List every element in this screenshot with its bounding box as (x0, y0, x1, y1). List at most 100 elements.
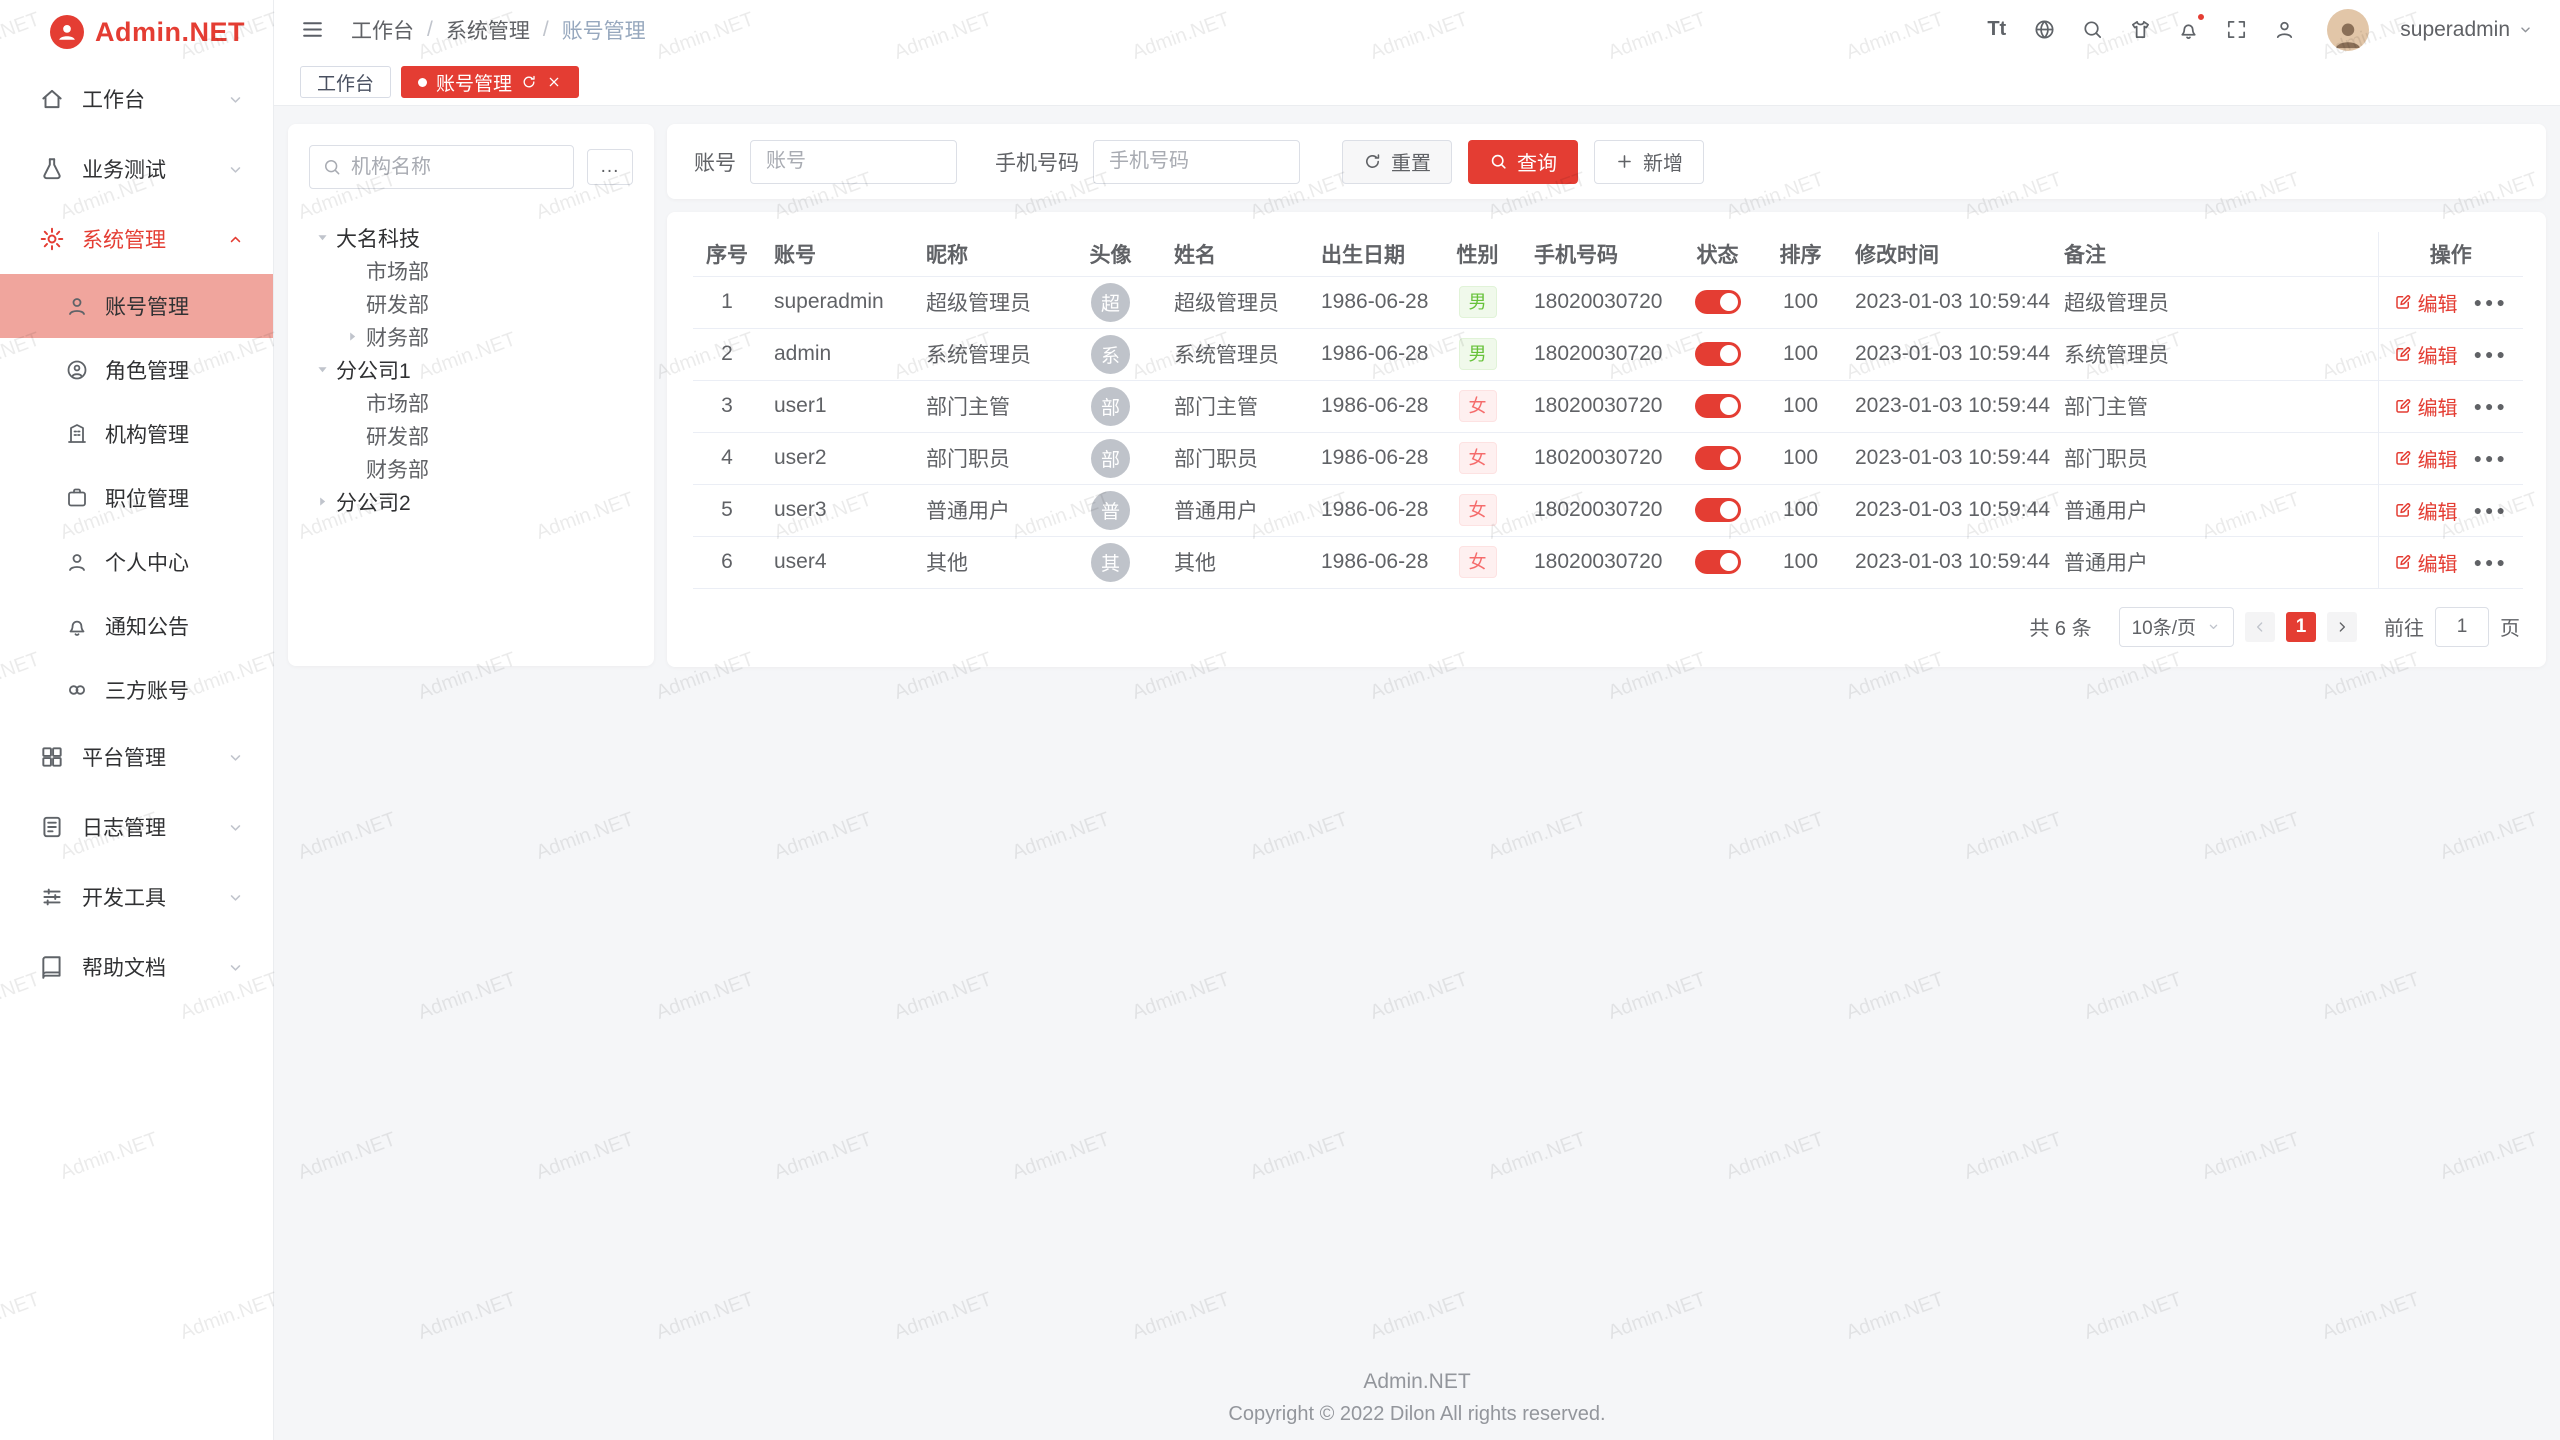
phone-input[interactable] (1093, 140, 1300, 184)
table-row: 5user3普通用户普普通用户1986-06-28女18020030720100… (693, 484, 2523, 536)
sidebar-item-thirdparty-account[interactable]: 三方账号 (0, 658, 273, 722)
tab-workbench[interactable]: 工作台 (300, 66, 391, 98)
org-more-button[interactable]: ... (587, 149, 633, 185)
breadcrumb-item-1[interactable]: 系统管理 (446, 15, 530, 45)
tree-node[interactable]: 市场部 (309, 386, 633, 419)
avatar: 其 (1091, 543, 1130, 582)
goto-label: 前往 (2384, 612, 2424, 641)
tree-node[interactable]: 财务部 (309, 320, 633, 353)
user-menu[interactable]: superadmin (2400, 18, 2534, 42)
tree-node-label: 研发部 (366, 421, 429, 451)
row-more-button[interactable]: ●●● (2474, 398, 2508, 414)
search-button[interactable]: 查询 (1468, 140, 1578, 184)
sidebar-menu: 工作台业务测试系统管理账号管理角色管理机构管理职位管理个人中心通知公告三方账号平… (0, 64, 273, 1002)
column-header: 修改时间 (1842, 232, 2051, 276)
status-toggle[interactable] (1695, 446, 1741, 470)
cell-name: 系统管理员 (1161, 328, 1308, 380)
fullscreen-icon[interactable] (2223, 16, 2250, 43)
sidebar-item-label: 系统管理 (82, 224, 166, 254)
tree-expand-icon[interactable] (309, 230, 336, 245)
profile-icon[interactable] (2271, 16, 2298, 43)
tab-refresh-icon[interactable] (521, 74, 537, 90)
tree-node[interactable]: 研发部 (309, 287, 633, 320)
column-header: 状态 (1676, 232, 1759, 276)
user-avatar[interactable] (2327, 9, 2369, 51)
breadcrumb-item-0[interactable]: 工作台 (351, 15, 414, 45)
tools-icon (39, 884, 65, 910)
sidebar: Admin.NET 工作台业务测试系统管理账号管理角色管理机构管理职位管理个人中… (0, 0, 274, 1440)
sidebar-item-label: 工作台 (82, 84, 145, 114)
cell-nickname: 超级管理员 (913, 276, 1060, 328)
theme-icon[interactable] (2127, 16, 2154, 43)
tab-label: 工作台 (317, 69, 374, 96)
row-more-button[interactable]: ●●● (2474, 554, 2508, 570)
menu-collapse-icon[interactable] (300, 17, 325, 42)
add-button[interactable]: 新增 (1594, 140, 1704, 184)
sidebar-item-log-management[interactable]: 日志管理 (0, 792, 273, 862)
tab-account-management[interactable]: 账号管理 (401, 66, 579, 98)
status-toggle[interactable] (1695, 394, 1741, 418)
tree-node[interactable]: 分公司1 (309, 353, 633, 386)
status-toggle[interactable] (1695, 498, 1741, 522)
sidebar-item-account-management[interactable]: 账号管理 (0, 274, 273, 338)
tree-node[interactable]: 分公司2 (309, 485, 633, 518)
edit-button[interactable]: 编辑 (2394, 288, 2458, 317)
edit-button[interactable]: 编辑 (2394, 548, 2458, 577)
column-header: 出生日期 (1308, 232, 1434, 276)
search-icon[interactable] (2079, 16, 2106, 43)
tree-node[interactable]: 财务部 (309, 452, 633, 485)
column-header: 操作 (2378, 232, 2523, 276)
goto-page-input[interactable] (2435, 607, 2489, 647)
sidebar-item-workbench[interactable]: 工作台 (0, 64, 273, 134)
font-size-icon[interactable]: Tt (1983, 16, 2010, 43)
edit-button[interactable]: 编辑 (2394, 392, 2458, 421)
next-page-button[interactable] (2327, 612, 2357, 642)
prev-page-button[interactable] (2245, 612, 2275, 642)
row-more-button[interactable]: ●●● (2474, 346, 2508, 362)
status-toggle[interactable] (1695, 342, 1741, 366)
page-size-select[interactable]: 10条/页 (2119, 607, 2234, 647)
tree-expand-icon[interactable] (309, 494, 336, 509)
footer: Admin.NET Copyright © 2022 Dilon All rig… (274, 1370, 2560, 1426)
sidebar-item-help-docs[interactable]: 帮助文档 (0, 932, 273, 1002)
chevron-down-icon (226, 818, 245, 837)
tree-node[interactable]: 研发部 (309, 419, 633, 452)
search-label: 查询 (1517, 147, 1557, 176)
sidebar-item-org-management[interactable]: 机构管理 (0, 402, 273, 466)
org-search-input[interactable] (351, 156, 561, 179)
logo: Admin.NET (0, 0, 273, 64)
sidebar-item-platform-management[interactable]: 平台管理 (0, 722, 273, 792)
column-header: 手机号码 (1521, 232, 1676, 276)
sidebar-item-position-management[interactable]: 职位管理 (0, 466, 273, 530)
cell-account: user4 (761, 536, 913, 588)
page-content: ... 大名科技市场部研发部财务部分公司1市场部研发部财务部分公司2 账号 手机… (274, 106, 2560, 1440)
tree-node[interactable]: 市场部 (309, 254, 633, 287)
tree-expand-icon[interactable] (309, 362, 336, 377)
edit-button[interactable]: 编辑 (2394, 444, 2458, 473)
sidebar-item-business-test[interactable]: 业务测试 (0, 134, 273, 204)
breadcrumb: 工作台/系统管理/账号管理 (351, 15, 646, 45)
status-toggle[interactable] (1695, 290, 1741, 314)
language-icon[interactable] (2031, 16, 2058, 43)
sidebar-item-notice-announcement[interactable]: 通知公告 (0, 594, 273, 658)
org-tree-panel: ... 大名科技市场部研发部财务部分公司1市场部研发部财务部分公司2 (288, 124, 654, 666)
org-icon (65, 422, 89, 446)
reset-button[interactable]: 重置 (1342, 140, 1452, 184)
row-more-button[interactable]: ●●● (2474, 450, 2508, 466)
sidebar-item-dev-tools[interactable]: 开发工具 (0, 862, 273, 932)
edit-button[interactable]: 编辑 (2394, 496, 2458, 525)
sidebar-item-role-management[interactable]: 角色管理 (0, 338, 273, 402)
edit-button[interactable]: 编辑 (2394, 340, 2458, 369)
tree-node[interactable]: 大名科技 (309, 221, 633, 254)
page-number-button[interactable]: 1 (2286, 612, 2316, 642)
sidebar-item-personal-center[interactable]: 个人中心 (0, 530, 273, 594)
tree-expand-icon[interactable] (339, 329, 366, 344)
row-more-button[interactable]: ●●● (2474, 294, 2508, 310)
status-toggle[interactable] (1695, 550, 1741, 574)
account-input[interactable] (750, 140, 957, 184)
row-more-button[interactable]: ●●● (2474, 502, 2508, 518)
avatar: 部 (1091, 387, 1130, 426)
sidebar-item-system-management[interactable]: 系统管理 (0, 204, 273, 274)
tab-close-icon[interactable] (546, 74, 562, 90)
notification-icon[interactable] (2175, 16, 2202, 43)
